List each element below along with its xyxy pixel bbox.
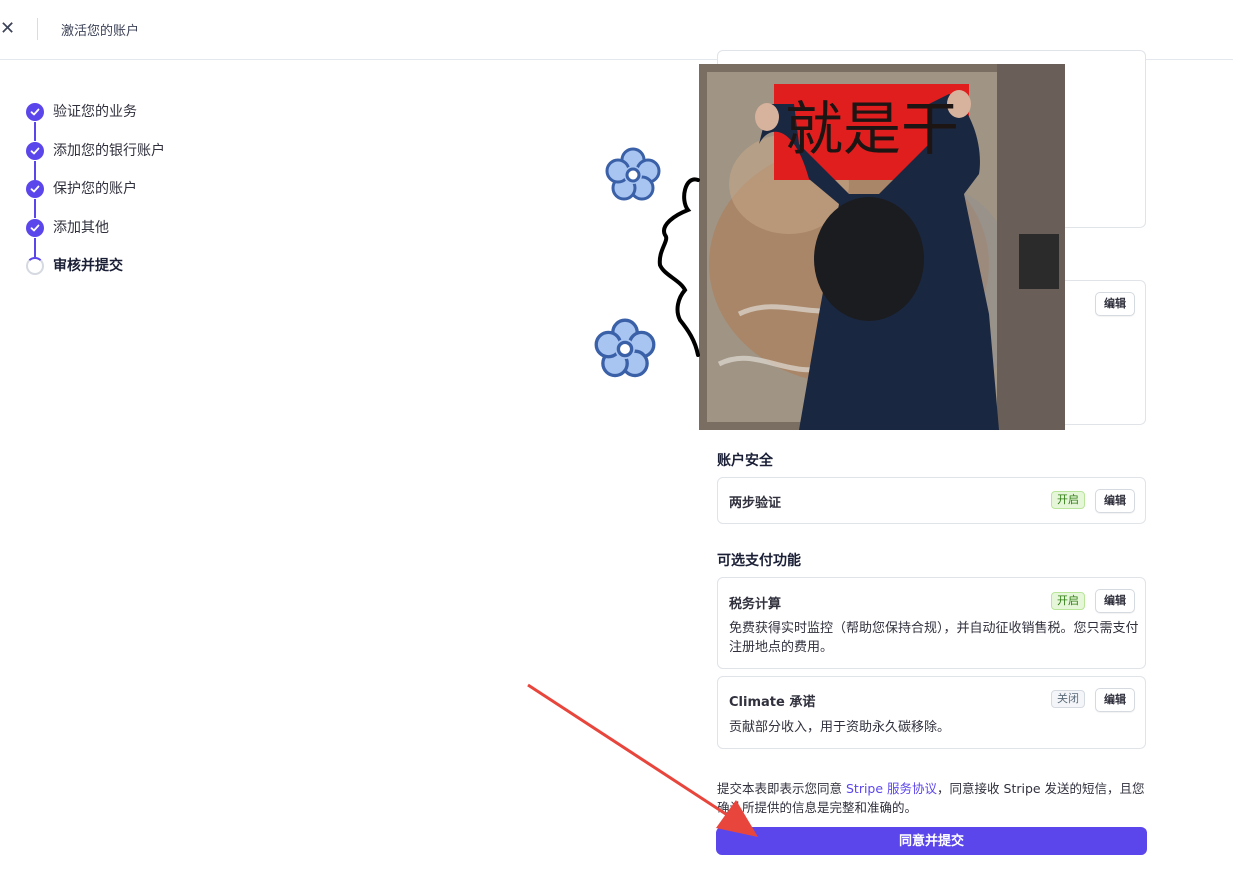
tax-card: 税务计算 开启 编辑 免费获得实时监控（帮助您保持合规），并自动征收销售税。您只… <box>717 577 1146 669</box>
agree-submit-button[interactable]: 同意并提交 <box>716 827 1147 855</box>
status-badge: 开启 <box>1051 592 1085 610</box>
close-icon[interactable]: ✕ <box>0 18 20 40</box>
section-title-account-security: 账户安全 <box>717 453 773 469</box>
step-label: 添加您的银行账户 <box>53 142 165 159</box>
card-description: 免费获得实时监控（帮助您保持合规），并自动征收销售税。您只需支付注册地点的费用。 <box>729 621 1139 655</box>
progress-steps: 验证您的业务 添加您的银行账户 保护您的账户 添加其他 审核并提交 <box>26 103 165 296</box>
edit-button[interactable]: 编辑 <box>1095 489 1135 513</box>
divider <box>37 18 38 40</box>
edit-button[interactable]: 编辑 <box>1095 589 1135 613</box>
meme-sticker-image: 就是干 <box>699 64 1065 430</box>
terms-text: 提交本表即表示您同意 Stripe 服务协议，同意接收 Stripe 发送的短信… <box>717 779 1147 817</box>
spinner-icon <box>26 257 44 275</box>
red-arrow-icon <box>527 683 758 837</box>
step-connector <box>34 122 36 141</box>
status-badge: 开启 <box>1051 491 1085 509</box>
step-label: 添加其他 <box>53 219 109 236</box>
two-step-card: 两步验证 开启 编辑 <box>717 477 1146 524</box>
step-connector <box>34 160 36 180</box>
step-secure-account[interactable]: 保护您的账户 <box>26 180 165 219</box>
step-verify-business[interactable]: 验证您的业务 <box>26 103 165 142</box>
step-connector <box>34 199 36 218</box>
card-title: 税务计算 <box>729 597 782 612</box>
step-label: 审核并提交 <box>53 258 123 274</box>
status-badge: 关闭 <box>1051 690 1085 708</box>
flower-icon <box>605 147 661 201</box>
flower-icon <box>594 318 656 378</box>
check-icon <box>26 103 44 121</box>
edit-button[interactable]: 编辑 <box>1095 292 1135 316</box>
step-connector <box>34 237 36 257</box>
section-title-optional-payments: 可选支付功能 <box>717 553 801 569</box>
card-description: 贡献部分收入，用于资助永久碳移除。 <box>729 720 951 735</box>
meme-sign-text: 就是干 <box>784 95 959 163</box>
card-title: 两步验证 <box>729 496 782 511</box>
check-icon <box>26 218 44 237</box>
step-review-submit[interactable]: 审核并提交 <box>26 257 165 296</box>
step-bank-account[interactable]: 添加您的银行账户 <box>26 141 165 181</box>
step-label: 验证您的业务 <box>53 104 137 120</box>
check-icon <box>26 180 44 198</box>
check-icon <box>26 141 44 160</box>
page-title: 激活您的账户 <box>61 24 140 39</box>
edit-button[interactable]: 编辑 <box>1095 688 1135 712</box>
step-add-other[interactable]: 添加其他 <box>26 218 165 258</box>
climate-card: Climate 承诺 关闭 编辑 贡献部分收入，用于资助永久碳移除。 <box>717 676 1146 749</box>
service-agreement-link[interactable]: Stripe 服务协议 <box>846 781 937 796</box>
step-label: 保护您的账户 <box>53 181 137 197</box>
